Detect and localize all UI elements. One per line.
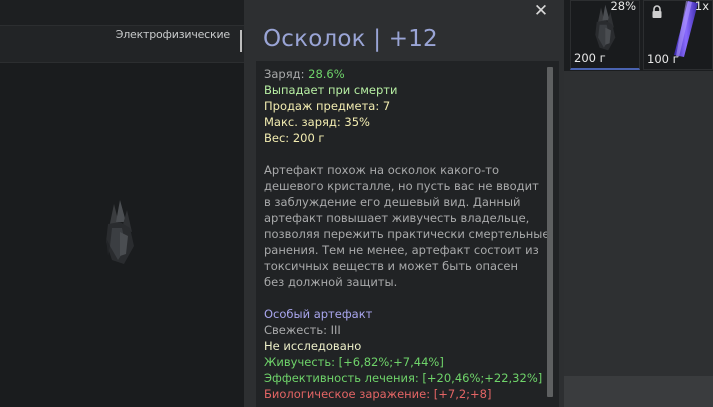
crystal-artifact-icon <box>106 200 134 264</box>
inventory-bottom-strip <box>564 376 713 407</box>
close-icon[interactable]: ✕ <box>532 2 550 20</box>
sell-text: Продаж предмета: 7 <box>264 99 391 113</box>
description-line: ранения. Тем не менее, артефакт состоит … <box>264 243 539 257</box>
tooltip-lines: Заряд: 28.6% Выпадает при смерти Продаж … <box>264 66 550 402</box>
charge-value: 28.6% <box>308 67 345 81</box>
description-line: позволяя пережить практически смертельны… <box>264 227 550 241</box>
item-title: Осколок | +12 <box>263 26 438 52</box>
charge-label: Заряд: <box>264 67 305 81</box>
stat-bio-contamination: Биологическое заражение: [+7,2;+8] <box>264 387 492 401</box>
scrollbar-thumb[interactable] <box>547 67 553 397</box>
drop-on-death-text: Выпадает при смерти <box>264 83 398 97</box>
description-line: в заблуждение его дешевый вид. Данный <box>264 195 521 209</box>
inventory-slot-crystal[interactable]: 28% 200 г <box>570 0 640 70</box>
left-panel: Электрофизические <box>0 0 244 407</box>
slot-weight: 200 г <box>574 51 606 65</box>
slot-charge: 28% <box>610 0 636 13</box>
description-line: Артефакт похож на осколок какого-то <box>264 163 500 177</box>
lock-icon <box>652 5 662 18</box>
item-tooltip: ✕ Осколок | +12 Заряд: 28.6% Выпадает пр… <box>244 0 564 407</box>
stat-healing: Эффективность лечения: [+20,46%;+22,32%] <box>264 371 543 385</box>
description-line: без должной защиты. <box>264 275 398 289</box>
description-line: артефакт повышает живучесть владельце, <box>264 211 530 225</box>
not-researched-text: Не исследовано <box>264 339 362 353</box>
inventory-panel: 28% 200 г 1x 100 г <box>564 0 713 407</box>
freshness-text: Свежесть: III <box>264 323 341 337</box>
max-charge-text: Макс. заряд: 35% <box>264 115 370 129</box>
description-line: токсичных веществ и может быть опасен <box>264 259 518 273</box>
inventory-slot-glowstick[interactable]: 1x 100 г <box>643 0 713 70</box>
left-top-strip <box>0 0 244 25</box>
slot-count: 1x <box>694 0 709 13</box>
description-line: дешевого кристалле, но пусть вас не ввод… <box>264 179 539 193</box>
slot-weight: 100 г <box>647 52 679 66</box>
category-label: Электрофизические <box>115 28 230 41</box>
special-artifact-text: Особый артефакт <box>264 307 373 321</box>
category-divider <box>240 30 242 52</box>
tooltip-scrollbar[interactable] <box>547 67 553 397</box>
weight-text: Вес: 200 г <box>264 131 325 145</box>
stat-vitality: Живучесть: [+6,82%;+7,44%] <box>264 355 444 369</box>
item-description: Артефакт похож на осколок какого-то деше… <box>264 162 550 290</box>
inventory-area <box>564 71 713 407</box>
tooltip-body: Заряд: 28.6% Выпадает при смерти Продаж … <box>256 61 559 407</box>
charge-line: Заряд: 28.6% <box>264 66 546 82</box>
category-tab[interactable]: Электрофизические <box>0 25 244 63</box>
